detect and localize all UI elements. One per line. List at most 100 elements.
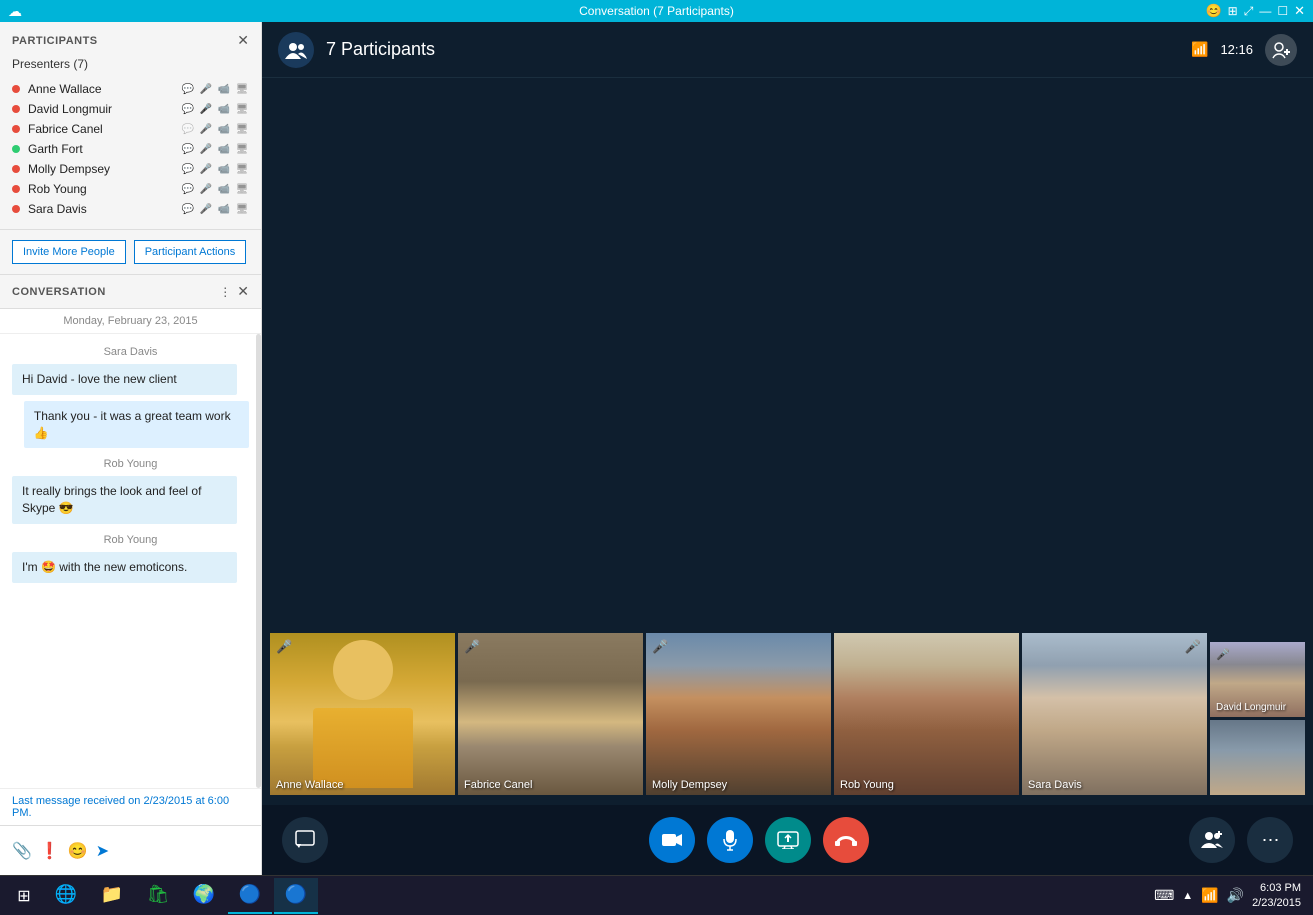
emoji-icon[interactable]: 😊 (1205, 3, 1221, 19)
participant-row: Molly Dempsey 💬 🎤 📹 🖥 (12, 159, 249, 179)
conversation-date: Monday, February 23, 2015 (0, 309, 261, 334)
participant-name: Sara Davis (28, 202, 181, 216)
close-participants-button[interactable]: ✕ (237, 32, 249, 49)
urgent-icon[interactable]: ❗ (40, 841, 60, 861)
video-thumb-david[interactable]: 🎤 David Longmuir (1210, 642, 1305, 717)
participant-row: Fabrice Canel 💬 🎤 📹 🖥 (12, 119, 249, 139)
chat-icon: 💬 (181, 83, 195, 95)
chat-icon: 💬 (181, 143, 195, 155)
end-call-button[interactable] (823, 817, 869, 863)
mic-icon: 🎤 (199, 183, 213, 195)
start-button[interactable]: ⊞ (4, 878, 44, 914)
video-main: 🎤 Anne Wallace 🎤 Fabrice Canel 🎤 Molly D… (262, 78, 1313, 875)
send-icon[interactable]: ➤ (96, 841, 109, 861)
conversation-section: CONVERSATION ⋮ ✕ Monday, February 23, 20… (0, 275, 261, 875)
volume-icon: 🔊 (1227, 887, 1244, 904)
video-thumb-self[interactable] (1210, 720, 1305, 795)
chat-icon: 💬 (181, 103, 195, 115)
skype-logo-icon: ☁ (8, 3, 22, 20)
maximize-icon[interactable]: ☐ (1277, 4, 1288, 18)
signal-icon: 📶 (1191, 41, 1208, 58)
participant-video-name: David Longmuir (1216, 702, 1286, 713)
video-thumb-anne[interactable]: 🎤 Anne Wallace (270, 633, 455, 795)
message-bubble: Hi David - love the new client (12, 364, 237, 395)
screen-icon: 🖥 (235, 123, 249, 135)
close-icon[interactable]: ✕ (1294, 3, 1305, 19)
taskbar-explorer-icon[interactable]: 📁 (90, 878, 134, 914)
expand-icon[interactable]: ⤢ (1244, 4, 1254, 19)
participant-video-name: Anne Wallace (276, 779, 343, 791)
taskbar-chrome-icon[interactable]: 🌍 (182, 878, 226, 914)
status-dot (12, 105, 20, 113)
participant-name: Rob Young (28, 182, 181, 196)
participant-icons: 💬 🎤 📹 🖥 (181, 163, 249, 175)
participants-button[interactable] (1189, 817, 1235, 863)
participants-title: PARTICIPANTS (12, 35, 98, 47)
status-dot (12, 125, 20, 133)
participant-row: David Longmuir 💬 🎤 📹 🖥 (12, 99, 249, 119)
participant-actions-button[interactable]: Participant Actions (134, 240, 247, 264)
video-icon: 📹 (217, 183, 231, 195)
scroll-indicator[interactable] (256, 334, 261, 788)
video-toggle-button[interactable] (649, 817, 695, 863)
taskbar-store-icon[interactable]: 🛍 (136, 878, 180, 914)
taskbar-skype-icon[interactable]: 🔵 (228, 878, 272, 914)
grid-icon[interactable]: ⊞ (1228, 4, 1238, 18)
participant-name: Anne Wallace (28, 82, 181, 96)
taskbar-ie-icon[interactable]: 🌐 (44, 878, 88, 914)
emoji-picker-icon[interactable]: 😊 (68, 841, 88, 861)
screen-icon: 🖥 (235, 163, 249, 175)
controls-left (282, 817, 328, 863)
close-conversation-button[interactable]: ✕ (237, 283, 249, 300)
screen-icon: 🖥 (235, 183, 249, 195)
screen-icon: 🖥 (235, 103, 249, 115)
video-thumb-fabrice[interactable]: 🎤 Fabrice Canel (458, 633, 643, 795)
chat-toggle-button[interactable] (282, 817, 328, 863)
participant-video-name: Sara Davis (1028, 779, 1082, 791)
conversation-drag-icon[interactable]: ⋮ (219, 285, 231, 299)
invite-more-people-button[interactable]: Invite More People (12, 240, 126, 264)
taskbar-skype-active-icon[interactable]: 🔵 (274, 878, 318, 914)
message-bubble: I'm 🤩 with the new emoticons. (12, 552, 237, 583)
video-thumb-molly[interactable]: 🎤 Molly Dempsey (646, 633, 831, 795)
participant-icons: 💬 🎤 📹 🖥 (181, 123, 249, 135)
participant-video-name: Rob Young (840, 779, 894, 791)
chat-icon: 💬 (181, 183, 195, 195)
conversation-title: CONVERSATION (12, 286, 106, 298)
video-thumb-rob[interactable]: Rob Young (834, 633, 1019, 795)
screen-icon: 🖥 (235, 143, 249, 155)
video-icon: 📹 (217, 123, 231, 135)
video-icon: 📹 (217, 203, 231, 215)
participant-name: Fabrice Canel (28, 122, 181, 136)
participant-name: Garth Fort (28, 142, 181, 156)
participant-row: Rob Young 💬 🎤 📹 🖥 (12, 179, 249, 199)
participants-count: 7 Participants (326, 39, 1191, 60)
window-title: Conversation (7 Participants) (579, 4, 734, 18)
participant-row: Garth Fort 💬 🎤 📹 🖥 (12, 139, 249, 159)
video-thumb-sara[interactable]: 🎤 Sara Davis (1022, 633, 1207, 795)
participant-name: David Longmuir (28, 102, 181, 116)
participant-row: Sara Davis 💬 🎤 📹 🖥 (12, 199, 249, 219)
app-container: PARTICIPANTS ✕ Presenters (7) Anne Walla… (0, 22, 1313, 875)
screen-share-button[interactable] (765, 817, 811, 863)
add-person-button[interactable] (1265, 34, 1297, 66)
title-bar: ☁ Conversation (7 Participants) 😊 ⊞ ⤢ — … (0, 0, 1313, 22)
participant-icons: 💬 🎤 📹 🖥 (181, 183, 249, 195)
mute-icon: 🎤 (1185, 639, 1201, 655)
participants-actions: Invite More People Participant Actions (0, 230, 261, 275)
participant-icons: 💬 🎤 📹 🖥 (181, 143, 249, 155)
messages-area: Sara Davis Hi David - love the new clien… (0, 334, 261, 788)
keyboard-icon: ⌨ (1154, 887, 1174, 904)
attachment-icon[interactable]: 📎 (12, 841, 32, 861)
mic-icon: 🎤 (199, 123, 213, 135)
message-bubble: It really brings the look and feel of Sk… (12, 476, 237, 524)
mic-icon: 🎤 (199, 163, 213, 175)
minimize-icon[interactable]: — (1259, 4, 1271, 18)
left-panel: PARTICIPANTS ✕ Presenters (7) Anne Walla… (0, 22, 262, 875)
participant-icons: 💬 🎤 📹 🖥 (181, 83, 249, 95)
stacked-thumbs: 🎤 David Longmuir (1210, 642, 1305, 795)
more-options-button[interactable]: ⋯ (1247, 817, 1293, 863)
mic-toggle-button[interactable] (707, 817, 753, 863)
screen-icon: 🖥 (235, 203, 249, 215)
taskbar-apps: 🌐 📁 🛍 🌍 🔵 🔵 (44, 878, 1154, 914)
